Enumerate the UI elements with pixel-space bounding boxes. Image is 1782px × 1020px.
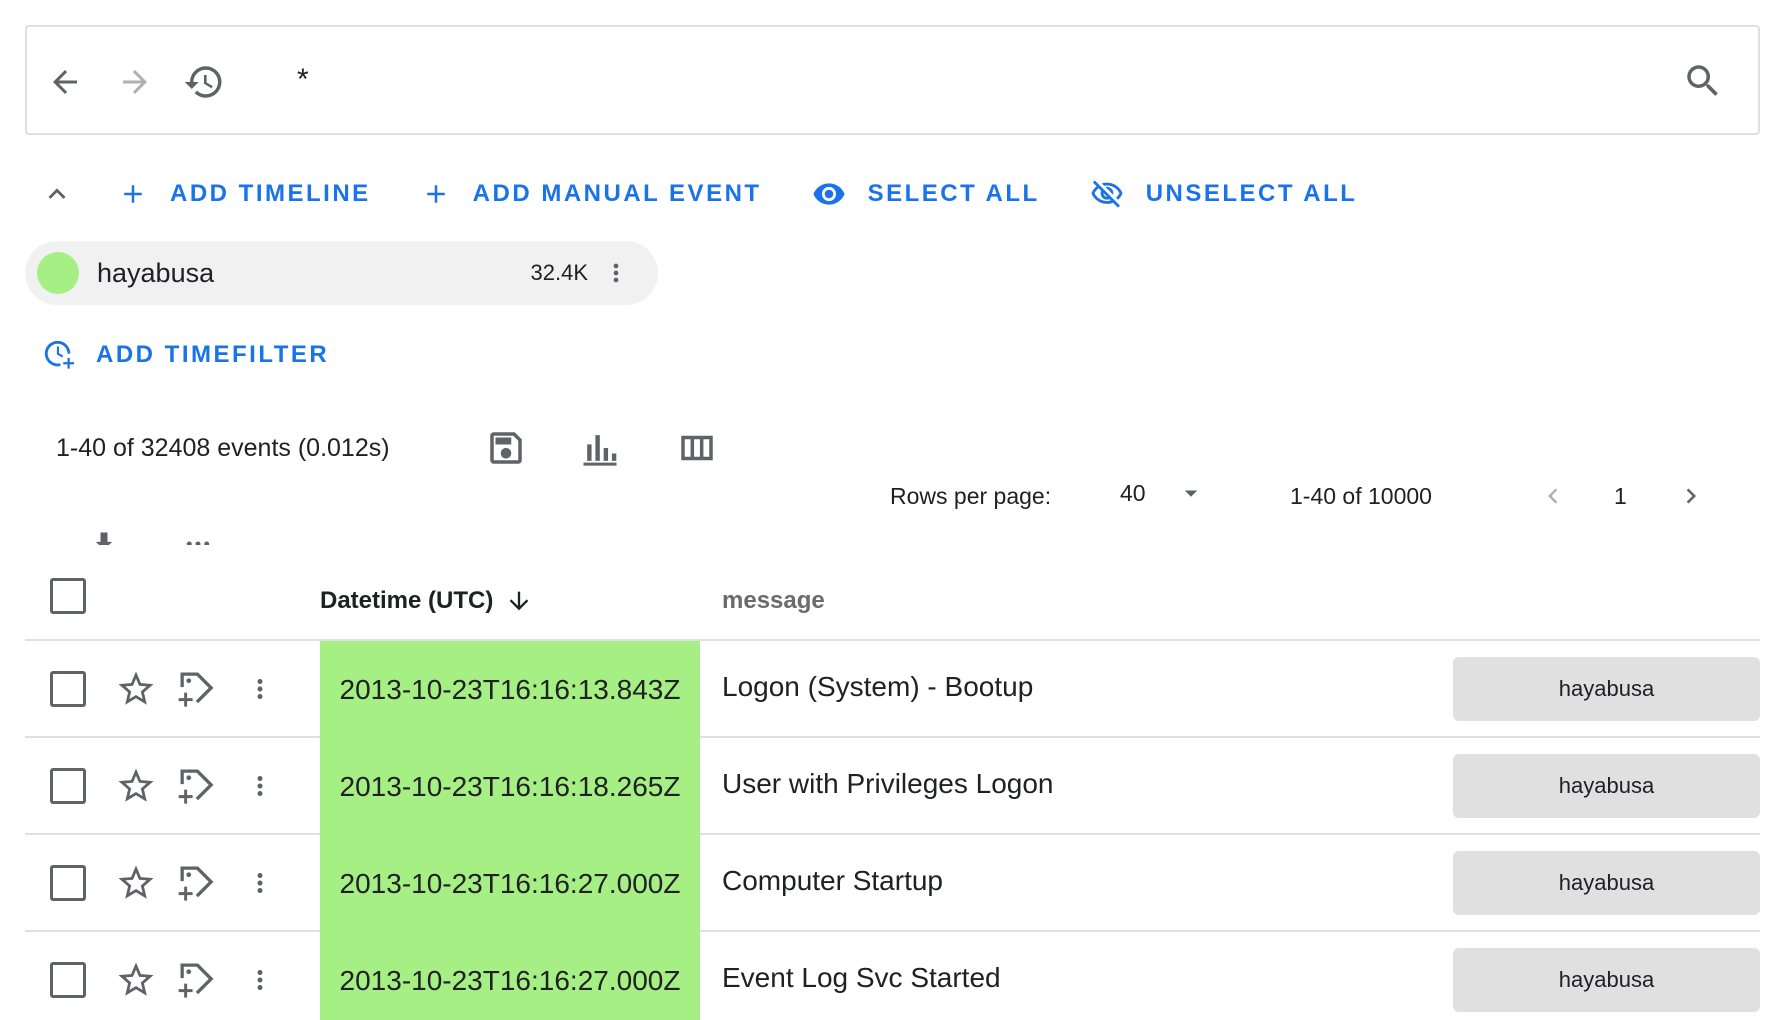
row-message: User with Privileges Logon	[722, 768, 1054, 799]
arrow-down-icon	[510, 591, 529, 611]
timeline-name: hayabusa	[97, 257, 215, 288]
table-row[interactable]: 2013-10-23T16:16:13.843Z Logon (System) …	[25, 641, 1760, 738]
add-label-icon[interactable]	[175, 764, 219, 813]
row-checkbox[interactable]	[50, 962, 86, 998]
star-icon[interactable]	[115, 862, 157, 909]
more-vert-icon[interactable]	[245, 959, 275, 1006]
row-datetime: 2013-10-23T16:16:27.000Z	[320, 835, 700, 932]
row-timeline-chip[interactable]: hayabusa	[1453, 948, 1760, 1012]
plus-icon	[426, 185, 445, 203]
chevron-up-icon[interactable]	[40, 177, 74, 211]
more-horiz-icon[interactable]	[180, 529, 216, 545]
row-checkbox[interactable]	[50, 865, 86, 901]
clipped-toolbar	[80, 525, 240, 545]
timeline-color-dot[interactable]	[37, 252, 79, 294]
columns-icon[interactable]	[674, 425, 720, 471]
eye-icon	[812, 183, 845, 205]
add-timefilter-label: ADD TIMEFILTER	[96, 341, 330, 368]
row-timeline-chip[interactable]: hayabusa	[1453, 657, 1760, 721]
star-icon[interactable]	[115, 668, 157, 715]
arrow-back-icon[interactable]	[43, 60, 87, 104]
add-manual-event-button[interactable]: ADD MANUAL EVENT	[421, 179, 762, 209]
more-vert-icon[interactable]	[245, 668, 275, 715]
rows-per-page-select[interactable]: 40	[1120, 478, 1206, 508]
action-bar: ADD TIMELINE ADD MANUAL EVENT SELECT ALL…	[40, 170, 1407, 218]
row-checkbox[interactable]	[50, 671, 86, 707]
arrow-forward-icon[interactable]	[113, 60, 157, 104]
timeline-chip[interactable]: hayabusa 32.4K	[25, 241, 658, 305]
dropdown-arrow-icon	[1184, 490, 1197, 497]
result-summary: 1-40 of 32408 events (0.012s)	[56, 434, 390, 462]
message-column-header[interactable]: message	[722, 587, 825, 615]
table-row[interactable]: 2013-10-23T16:16:27.000Z Event Log Svc S…	[25, 932, 1760, 1020]
table-row[interactable]: 2013-10-23T16:16:27.000Z Computer Startu…	[25, 835, 1760, 932]
eye-off-icon	[1091, 180, 1123, 208]
timeline-event-count: 32.4K	[530, 260, 589, 285]
more-vert-icon[interactable]	[245, 862, 275, 909]
add-label-icon[interactable]	[175, 861, 219, 910]
row-checkbox[interactable]	[50, 768, 86, 804]
select-all-label: SELECT ALL	[867, 180, 1040, 207]
row-message: Logon (System) - Bootup	[722, 671, 1034, 702]
download-icon[interactable]	[90, 529, 118, 545]
plus-icon	[124, 185, 142, 203]
chevron-right-icon[interactable]	[1676, 481, 1706, 516]
page-range: 1-40 of 10000	[1290, 483, 1432, 509]
chevron-left-icon[interactable]	[1538, 481, 1568, 516]
star-icon[interactable]	[115, 765, 157, 812]
add-manual-event-label: ADD MANUAL EVENT	[472, 180, 762, 207]
add-timeline-button[interactable]: ADD TIMELINE	[118, 179, 371, 209]
history-icon[interactable]	[182, 60, 226, 104]
rows-per-page-value: 40	[1120, 479, 1146, 506]
clock-add-icon	[44, 340, 75, 369]
more-vert-icon[interactable]	[245, 765, 275, 812]
table-header: Datetime (UTC) message	[25, 563, 1760, 641]
search-query-input[interactable]: *	[297, 63, 309, 97]
row-timeline-chip[interactable]: hayabusa	[1453, 851, 1760, 915]
add-timefilter-button[interactable]: ADD TIMEFILTER	[42, 338, 329, 372]
row-message: Computer Startup	[722, 865, 943, 896]
row-message: Event Log Svc Started	[722, 962, 1001, 993]
search-icon[interactable]	[1680, 58, 1726, 104]
add-timeline-label: ADD TIMELINE	[170, 180, 371, 207]
unselect-all-button[interactable]: UNSELECT ALL	[1090, 177, 1358, 211]
add-label-icon[interactable]	[175, 667, 219, 716]
select-all-checkbox[interactable]	[50, 578, 86, 614]
unselect-all-label: UNSELECT ALL	[1145, 180, 1358, 207]
star-icon[interactable]	[115, 959, 157, 1006]
bar-chart-icon[interactable]	[577, 425, 623, 471]
row-timeline-chip[interactable]: hayabusa	[1453, 754, 1760, 818]
more-vert-icon[interactable]	[602, 259, 630, 292]
current-page: 1	[1614, 483, 1627, 509]
datetime-header-label: Datetime (UTC)	[320, 587, 494, 614]
row-datetime: 2013-10-23T16:16:18.265Z	[320, 738, 700, 835]
search-bar: *	[25, 25, 1760, 135]
datetime-column-header[interactable]: Datetime (UTC)	[320, 587, 533, 615]
events-table: Datetime (UTC) message 2013-10-23T16:16:…	[25, 563, 1760, 1020]
save-icon[interactable]	[483, 425, 529, 471]
add-label-icon[interactable]	[175, 958, 219, 1007]
row-datetime: 2013-10-23T16:16:27.000Z	[320, 932, 700, 1020]
table-row[interactable]: 2013-10-23T16:16:18.265Z User with Privi…	[25, 738, 1760, 835]
row-datetime: 2013-10-23T16:16:13.843Z	[320, 641, 700, 738]
select-all-button[interactable]: SELECT ALL	[812, 177, 1040, 211]
rows-per-page-label: Rows per page:	[890, 483, 1052, 509]
